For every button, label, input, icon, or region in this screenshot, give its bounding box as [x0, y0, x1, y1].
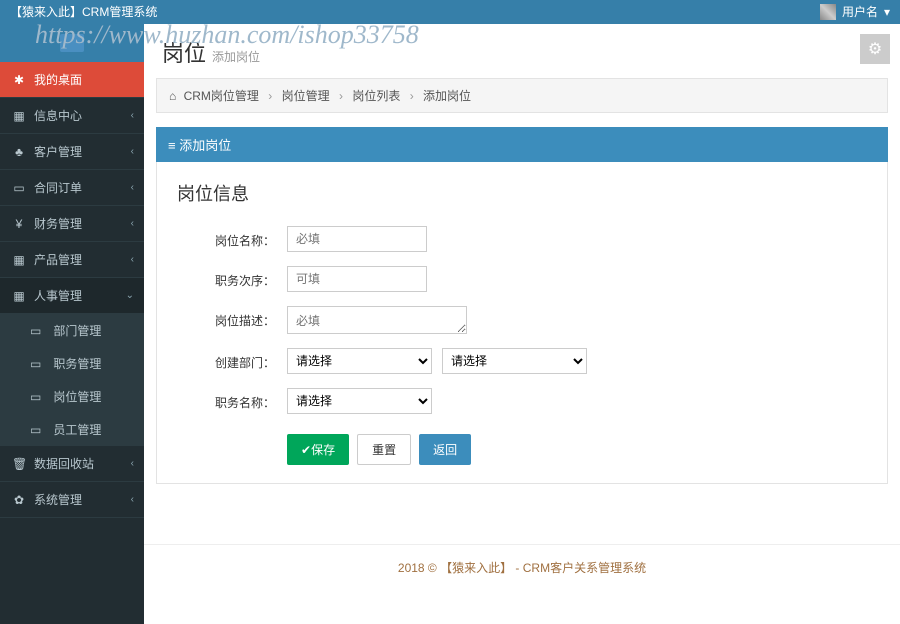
chevron-left-icon: ‹: [131, 218, 134, 229]
file-icon: ▭: [30, 390, 44, 404]
chevron-down-icon: ⌄: [126, 290, 134, 301]
chevron-down-icon: ▾: [884, 0, 890, 24]
sidebar-item-label: 系统管理: [34, 491, 82, 508]
form-row-order: 职务次序：: [177, 266, 867, 292]
panel-header: ≡ 添加岗位: [156, 127, 888, 162]
home-icon: ✱: [12, 73, 26, 87]
users-icon: ♣: [12, 145, 26, 159]
avatar: [820, 4, 836, 20]
sidebar-item-label: 数据回收站: [34, 455, 94, 472]
order-label: 职务次序：: [177, 266, 287, 289]
logo-box[interactable]: [0, 24, 144, 62]
app-title: 【猿来入此】CRM管理系统: [10, 0, 157, 24]
sidebar-item-label: 职务管理: [53, 357, 101, 371]
file-icon: ▭: [30, 423, 44, 437]
sidebar-item-label: 员工管理: [53, 423, 101, 437]
sidebar-item-hr[interactable]: ▦ 人事管理 ⌄: [0, 278, 144, 314]
footer: 2018 © 【猿来入此】 - CRM客户关系管理系统: [144, 544, 900, 590]
chevron-left-icon: ‹: [131, 182, 134, 193]
back-button[interactable]: 返回: [419, 434, 471, 465]
sidebar-item-finance[interactable]: ¥ 财务管理 ‹: [0, 206, 144, 242]
desc-textarea[interactable]: [287, 306, 467, 334]
form-panel: ≡ 添加岗位 岗位信息 岗位名称： 职务次序： 岗位描述： 创建部门：: [156, 127, 888, 484]
user-label: 用户名: [842, 0, 878, 24]
button-row: ✔保存 重置 返回: [287, 434, 867, 465]
settings-button[interactable]: ⚙: [860, 34, 890, 64]
sidebar-item-label: 信息中心: [34, 107, 82, 124]
sidebar-item-label: 部门管理: [53, 324, 101, 338]
sidebar-item-label: 产品管理: [34, 251, 82, 268]
sidebar-item-label: 客户管理: [34, 143, 82, 160]
chevron-left-icon: ‹: [131, 494, 134, 505]
sidebar-item-label: 人事管理: [34, 287, 82, 304]
dept-label: 创建部门：: [177, 348, 287, 371]
sidebar-item-recycle[interactable]: 🗑 数据回收站 ‹: [0, 446, 144, 482]
sidebar-item-label: 岗位管理: [53, 390, 101, 404]
sidebar-subitem-duty[interactable]: ▭ 职务管理: [0, 347, 144, 380]
file-icon: ▭: [30, 357, 44, 371]
home-icon: ⌂: [169, 89, 176, 103]
sidebar-item-product[interactable]: ▦ 产品管理 ‹: [0, 242, 144, 278]
sidebar-item-customer[interactable]: ♣ 客户管理 ‹: [0, 134, 144, 170]
trash-icon: 🗑: [12, 457, 26, 471]
file-icon: ▭: [30, 324, 44, 338]
sidebar-item-system[interactable]: ✿ 系统管理 ‹: [0, 482, 144, 518]
chevron-left-icon: ‹: [131, 254, 134, 265]
panel-body: 岗位信息 岗位名称： 职务次序： 岗位描述： 创建部门：: [156, 162, 888, 484]
section-title: 岗位信息: [177, 180, 867, 206]
breadcrumb-item: 添加岗位: [423, 89, 471, 103]
sidebar-subitem-dept[interactable]: ▭ 部门管理: [0, 314, 144, 347]
gear-icon: ⚙: [868, 39, 882, 59]
sidebar-subitem-post[interactable]: ▭ 岗位管理: [0, 380, 144, 413]
reset-button[interactable]: 重置: [357, 434, 411, 465]
jobname-label: 职务名称：: [177, 388, 287, 411]
topbar: 【猿来入此】CRM管理系统 用户名 ▾: [0, 0, 900, 24]
sidebar-item-label: 合同订单: [34, 179, 82, 196]
desc-label: 岗位描述：: [177, 306, 287, 329]
logo-icon: [60, 34, 84, 52]
gear-icon: ✿: [12, 493, 26, 507]
breadcrumb-item[interactable]: 岗位列表: [352, 89, 400, 103]
breadcrumb-separator: ›: [410, 89, 414, 103]
grid-icon: ▦: [12, 109, 26, 123]
save-button[interactable]: ✔保存: [287, 434, 349, 465]
form-row-dept: 创建部门： 请选择 请选择: [177, 348, 867, 374]
breadcrumb-separator: ›: [339, 89, 343, 103]
chevron-left-icon: ‹: [131, 146, 134, 157]
form-row-name: 岗位名称：: [177, 226, 867, 252]
sidebar-item-label: 我的桌面: [34, 71, 82, 88]
sidebar-subitem-staff[interactable]: ▭ 员工管理: [0, 413, 144, 446]
sidebar-item-label: 财务管理: [34, 215, 82, 232]
breadcrumb: ⌂ CRM岗位管理 › 岗位管理 › 岗位列表 › 添加岗位: [156, 78, 888, 113]
main-content: 岗位 添加岗位 ⚙ ⌂ CRM岗位管理 › 岗位管理 › 岗位列表 › 添加岗位…: [144, 24, 900, 624]
grid-icon: ▦: [12, 253, 26, 267]
breadcrumb-item[interactable]: 岗位管理: [282, 89, 330, 103]
sidebar-submenu: ▭ 部门管理 ▭ 职务管理 ▭ 岗位管理 ▭ 员工管理: [0, 314, 144, 446]
sidebar-item-desktop[interactable]: ✱ 我的桌面: [0, 62, 144, 98]
page-header: 岗位 添加岗位 ⚙: [144, 24, 900, 78]
name-label: 岗位名称：: [177, 226, 287, 249]
form-row-desc: 岗位描述：: [177, 306, 867, 334]
user-menu[interactable]: 用户名 ▾: [820, 0, 890, 24]
page-title: 岗位: [162, 36, 206, 68]
name-input[interactable]: [287, 226, 427, 252]
sidebar-item-contract[interactable]: ▭ 合同订单 ‹: [0, 170, 144, 206]
check-icon: ✔: [301, 443, 311, 457]
order-input[interactable]: [287, 266, 427, 292]
page-subtitle: 添加岗位: [212, 48, 260, 65]
breadcrumb-separator: ›: [268, 89, 272, 103]
sidebar-item-info[interactable]: ▦ 信息中心 ‹: [0, 98, 144, 134]
jobname-select[interactable]: 请选择: [287, 388, 432, 414]
sidebar: ✱ 我的桌面 ▦ 信息中心 ‹ ♣ 客户管理 ‹ ▭ 合同订单 ‹ ¥ 财务管理…: [0, 24, 144, 624]
dept-select-2[interactable]: 请选择: [442, 348, 587, 374]
chevron-left-icon: ‹: [131, 110, 134, 121]
breadcrumb-item[interactable]: CRM岗位管理: [184, 89, 259, 103]
chevron-left-icon: ‹: [131, 458, 134, 469]
file-icon: ▭: [12, 181, 26, 195]
yen-icon: ¥: [12, 217, 26, 231]
dept-select-1[interactable]: 请选择: [287, 348, 432, 374]
form-row-jobname: 职务名称： 请选择: [177, 388, 867, 414]
grid-icon: ▦: [12, 289, 26, 303]
